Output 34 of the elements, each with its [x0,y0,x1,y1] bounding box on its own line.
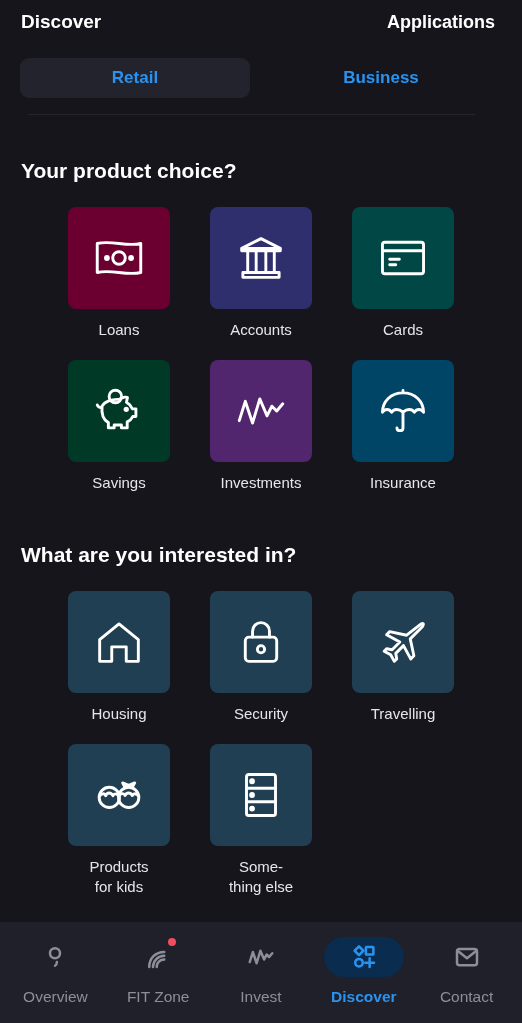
product-tile[interactable] [352,207,454,309]
nav-label[interactable]: Overview [23,988,88,1006]
section-heading: What are you interested in? [21,542,298,568]
nav-label[interactable]: Invest [240,988,282,1006]
product-tile[interactable] [68,207,170,309]
tile-label: Accounts [229,320,293,340]
tile-label: Loans [97,320,141,340]
applications-link[interactable]: Applications [387,11,495,33]
tile-label: Housing [90,704,148,724]
tile-label: Travelling [369,704,437,724]
page-title: Discover [21,11,102,33]
product-tile[interactable] [68,591,170,693]
product-tile[interactable] [210,591,312,693]
product-tile[interactable] [68,360,170,462]
tile-label: Cards [382,320,424,340]
product-tile[interactable] [352,591,454,693]
tile-label: Insurance [369,473,437,493]
nav-icon-button[interactable] [323,937,404,977]
product-tile[interactable] [210,207,312,309]
tile-label: Products for kids [88,857,150,897]
segment-tab[interactable]: Business [266,58,496,98]
nav-label[interactable]: Discover [331,988,397,1006]
product-tile[interactable] [210,744,312,846]
tile-label: Investments [219,473,303,493]
tile-label: Savings [91,473,147,493]
nav-label[interactable]: Contact [439,988,494,1006]
segment-tab[interactable]: Retail [20,58,250,98]
product-tile[interactable] [68,744,170,846]
nav-label[interactable]: FIT Zone [126,988,190,1006]
product-tile[interactable] [210,360,312,462]
product-tile[interactable] [352,360,454,462]
tile-label: Security [232,704,290,724]
section-heading: Your product choice? [21,158,238,184]
tile-label: Some- thing else [227,857,295,897]
